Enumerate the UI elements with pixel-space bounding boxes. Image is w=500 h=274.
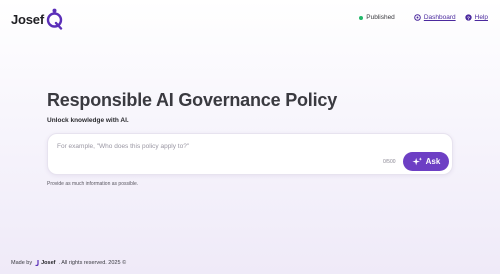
- top-nav: Published Dashboard ? Help: [359, 14, 488, 21]
- top-bar: Josef Published Dashboard ? Help: [0, 0, 500, 36]
- sparkle-icon: [412, 156, 422, 165]
- footer-logo[interactable]: Josef: [35, 260, 55, 266]
- footer-logo-icon: [35, 260, 39, 266]
- ask-button[interactable]: Ask: [403, 152, 449, 171]
- page-subtitle: Unlock knowledge with AI.: [47, 117, 129, 124]
- logo-q-icon: [46, 8, 63, 30]
- status-label: Published: [366, 14, 395, 21]
- dashboard-link[interactable]: Dashboard: [414, 14, 456, 21]
- character-counter: 0/500: [383, 159, 396, 165]
- svg-text:?: ?: [467, 15, 470, 21]
- footer-rights: . All rights reserved. 2025 ©: [58, 260, 127, 266]
- publish-status: Published: [359, 14, 395, 21]
- dashboard-icon: [414, 14, 421, 21]
- footer-made-by: Made by: [11, 260, 33, 266]
- question-input[interactable]: [57, 141, 377, 151]
- help-link-label: Help: [474, 14, 488, 21]
- footer-logo-text: Josef: [41, 260, 56, 266]
- logo-wordmark: Josef: [11, 11, 44, 27]
- status-dot-icon: [359, 15, 364, 20]
- help-icon: ?: [464, 14, 472, 21]
- josef-logo[interactable]: Josef: [11, 8, 63, 30]
- ask-button-label: Ask: [425, 157, 441, 166]
- page-title: Responsible AI Governance Policy: [47, 90, 338, 110]
- footer: Made by Josef . All rights reserved. 202…: [11, 260, 126, 266]
- dashboard-link-label: Dashboard: [423, 14, 456, 21]
- input-hint: Provide as much information as possible.: [47, 181, 139, 187]
- help-link[interactable]: ? Help: [464, 14, 488, 21]
- hero: Responsible AI Governance Policy Unlock …: [47, 90, 337, 124]
- ask-box: 0/500 Ask: [47, 133, 453, 175]
